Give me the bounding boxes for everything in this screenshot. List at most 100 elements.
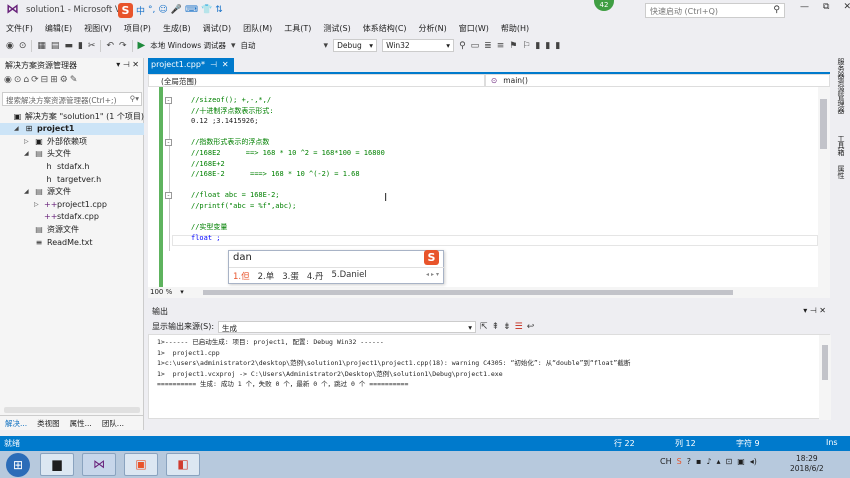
prev-page-icon[interactable]: ◂ <box>426 271 429 278</box>
ime-mode-icon[interactable]: 中 <box>136 4 145 17</box>
menu-test[interactable]: 测试(S) <box>317 23 356 34</box>
expand-toggle-icon[interactable]: ◢ <box>14 125 21 132</box>
scrollbar-thumb[interactable] <box>822 345 828 380</box>
menu-edit[interactable]: 编辑(E) <box>39 23 78 34</box>
candidate-item[interactable]: 3.蛋 <box>282 270 299 282</box>
skin-icon[interactable]: 👕 <box>201 5 212 15</box>
wrench-icon[interactable]: ✎ <box>70 75 80 85</box>
tree-item[interactable]: h stdafx.h <box>0 160 144 172</box>
save-icon[interactable]: ▬ <box>64 41 73 51</box>
expand-toggle-icon[interactable]: ▷ <box>24 138 31 145</box>
indent-icon[interactable]: ≣ <box>484 41 492 51</box>
chevron-down-icon[interactable]: ▾ <box>231 41 236 51</box>
close-button[interactable]: ✕ <box>843 2 850 12</box>
menu-file[interactable]: 文件(F) <box>0 23 39 34</box>
configuration-dropdown[interactable]: Debug ▾ <box>333 39 378 52</box>
zoom-level[interactable]: 100 % <box>150 288 172 297</box>
collapse-all-icon[interactable]: ⊟ <box>41 75 51 85</box>
output-source-dropdown[interactable]: 生成 ▾ <box>218 320 477 333</box>
notification-badge[interactable]: 42 <box>594 0 614 11</box>
menu-analyze[interactable]: 分析(N) <box>413 23 453 34</box>
fold-marker[interactable]: - <box>165 97 172 104</box>
tree-item[interactable]: ◢ ⊞ project1 <box>0 122 144 135</box>
menu-project[interactable]: 项目(P) <box>118 23 157 34</box>
undo-icon[interactable]: ↶ <box>106 41 114 51</box>
word-wrap-icon[interactable]: ↩ <box>527 322 535 332</box>
open-file-icon[interactable]: ▤ <box>51 41 60 51</box>
editor-horizontal-scrollbar[interactable] <box>203 290 733 295</box>
tree-item[interactable]: ▤ 资源文件 <box>0 223 144 235</box>
search-icon[interactable]: ⚲▾ <box>130 94 139 103</box>
close-icon[interactable]: ✕ <box>819 306 826 315</box>
more-icon[interactable]: ▾ <box>436 271 439 278</box>
start-button[interactable]: ⊞ <box>6 453 30 477</box>
scope-dropdown[interactable]: (全局范围) <box>148 74 485 87</box>
candidate-item[interactable]: 1.但 <box>233 270 250 282</box>
sogou-logo-icon[interactable]: S <box>118 2 133 18</box>
tools-icon[interactable]: ⇅ <box>215 5 223 15</box>
expand-toggle-icon[interactable]: ◢ <box>24 150 31 157</box>
close-icon[interactable]: ✕ <box>222 60 229 70</box>
chevron-down-icon[interactable]: ▾ <box>116 60 120 69</box>
prev-message-icon[interactable]: ⇞ <box>492 322 500 332</box>
expand-toggle-icon[interactable]: ▷ <box>34 201 41 208</box>
tab-properties[interactable]: 属性... <box>65 416 97 430</box>
function-dropdown[interactable]: ⊙ main() <box>485 74 830 87</box>
chevron-down-icon[interactable]: ▾ <box>180 288 184 297</box>
ime-toolbar[interactable]: S 中 °, ☺ 🎤 ⌨ 👕 ⇅ <box>118 1 223 19</box>
clear-bookmark-icon[interactable]: ⚐ <box>522 41 530 51</box>
tree-item[interactable]: ≡ ReadMe.txt <box>0 236 144 248</box>
candidate-item[interactable]: 5.Daniel <box>332 270 367 282</box>
menu-window[interactable]: 窗口(W) <box>453 23 495 34</box>
server-explorer-tab[interactable]: 服务器资源管理器 <box>836 58 846 114</box>
emoji-icon[interactable]: ☺ <box>158 5 167 15</box>
restore-button[interactable]: ⧉ <box>823 2 829 12</box>
bookmark-prev-icon[interactable]: ▮ <box>535 41 540 51</box>
tray-icon[interactable]: ♪ <box>706 457 711 466</box>
menu-help[interactable]: 帮助(H) <box>495 23 535 34</box>
next-page-icon[interactable]: ▸ <box>431 271 434 278</box>
show-hidden-icons-icon[interactable]: ▴ <box>716 457 720 466</box>
goto-message-icon[interactable]: ⇱ <box>480 322 488 332</box>
redo-icon[interactable]: ↷ <box>119 41 127 51</box>
file-explorer-taskbar-button[interactable]: ▆ <box>40 453 74 476</box>
cut-icon[interactable]: ✂ <box>88 41 96 51</box>
tree-item[interactable]: h targetver.h <box>0 173 144 185</box>
sogou-tray-icon[interactable]: S <box>677 457 682 466</box>
system-clock[interactable]: 18:29 2018/6/2 <box>790 454 824 474</box>
tree-item[interactable]: ▣ 解决方案 "solution1" (1 个项目) <box>0 110 144 122</box>
debugger-label[interactable]: 本地 Windows 调试器 <box>150 40 226 51</box>
find-icon[interactable]: ⚲ <box>459 41 466 51</box>
menu-debug[interactable]: 调试(D) <box>197 23 237 34</box>
language-indicator[interactable]: CH <box>660 457 672 466</box>
sync-icon[interactable]: ⟳ <box>31 75 41 85</box>
start-debugging-icon[interactable]: ▶ <box>138 40 146 51</box>
search-icon[interactable]: ⚲ <box>773 5 780 15</box>
punctuation-icon[interactable]: °, <box>148 5 155 15</box>
menu-team[interactable]: 团队(M) <box>237 23 278 34</box>
chevron-down-icon[interactable]: ▾ <box>803 306 807 315</box>
properties-tab[interactable]: 属性 <box>836 165 846 179</box>
visual-studio-taskbar-button[interactable]: ⋈ <box>82 453 116 476</box>
tray-icon[interactable]: ▣ <box>737 457 745 466</box>
new-project-icon[interactable]: ▦ <box>37 41 46 51</box>
microphone-icon[interactable]: 🎤 <box>171 5 182 15</box>
outdent-icon[interactable]: ≡ <box>497 41 505 51</box>
platform-dropdown[interactable]: Win32 ▾ <box>382 39 455 52</box>
debugger-mode[interactable]: 自动 <box>241 40 319 51</box>
solution-explorer-search-input[interactable]: 搜索解决方案资源管理器(Ctrl+;) ⚲▾ <box>2 92 142 106</box>
tree-item[interactable]: ◢ ▤ 源文件 <box>0 186 144 198</box>
toolbox-tab[interactable]: 工具箱 <box>836 135 846 156</box>
pin-icon[interactable]: ⊣ <box>210 60 217 70</box>
bookmark-clear-icon[interactable]: ▮ <box>555 41 560 51</box>
back-icon[interactable]: ◉ <box>6 41 14 51</box>
fold-marker[interactable]: - <box>165 192 172 199</box>
network-icon[interactable]: ⊡ <box>725 457 732 466</box>
properties-icon[interactable]: ⚙ <box>60 75 70 85</box>
minimize-button[interactable]: — <box>800 2 809 12</box>
app-taskbar-button[interactable]: ◧ <box>166 453 200 476</box>
forward-icon[interactable]: ⊙ <box>19 41 27 51</box>
menu-build[interactable]: 生成(B) <box>157 23 197 34</box>
tree-item[interactable]: ◢ ▤ 头文件 <box>0 148 144 160</box>
bookmark-icon[interactable]: ⚑ <box>509 41 517 51</box>
